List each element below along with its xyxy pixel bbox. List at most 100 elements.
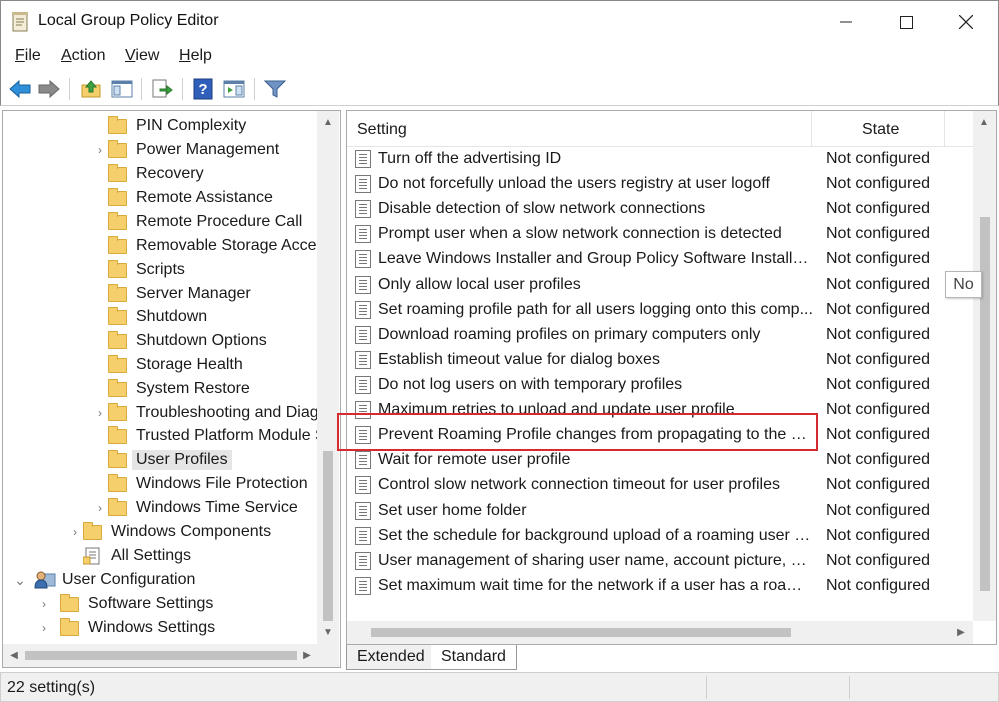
scroll-thumb[interactable] <box>25 651 297 660</box>
tree-item-user-profiles[interactable]: User Profiles <box>92 448 232 472</box>
up-folder-button[interactable] <box>79 77 103 101</box>
menu-view[interactable]: View <box>125 47 159 65</box>
tree-item-windows-time-service[interactable]: › Windows Time Service <box>92 496 298 520</box>
policy-setting-icon <box>355 501 371 520</box>
scroll-thumb[interactable] <box>371 628 791 637</box>
tree-item-windows-settings[interactable]: › Windows Settings <box>36 616 215 640</box>
list-item[interactable]: Set maximum wait time for the network if… <box>347 573 973 598</box>
list-item[interactable]: Only allow local user profiles Not config… <box>347 272 973 297</box>
list-horizontal-scrollbar[interactable]: ▶ <box>347 621 973 644</box>
help-button[interactable]: ? <box>191 77 215 101</box>
tree-horizontal-scrollbar[interactable]: ◀ ▶ <box>3 644 339 667</box>
window-title: Local Group Policy Editor <box>38 12 219 29</box>
scroll-up-icon[interactable]: ▲ <box>320 114 336 130</box>
chevron-right-icon[interactable]: › <box>67 525 83 539</box>
chevron-right-icon[interactable]: › <box>92 501 108 515</box>
column-header-setting[interactable]: Setting <box>357 121 407 139</box>
menu-file[interactable]: File <box>15 47 41 65</box>
menu-help-accel: H <box>179 47 191 64</box>
tree-item-remote-procedure-call[interactable]: Remote Procedure Call <box>92 210 302 234</box>
chevron-right-icon[interactable]: › <box>36 597 52 611</box>
tree-item-all-settings[interactable]: All Settings <box>67 544 191 568</box>
scroll-right-icon[interactable]: ▶ <box>953 624 969 640</box>
show-hide-tree-button[interactable] <box>110 77 134 101</box>
tree-item-removable-storage-access[interactable]: Removable Storage Access <box>92 234 333 258</box>
policy-setting-icon <box>355 300 371 319</box>
chevron-right-icon[interactable]: › <box>36 621 52 635</box>
scroll-left-icon[interactable]: ◀ <box>6 647 22 663</box>
chevron-right-icon[interactable]: › <box>92 143 108 157</box>
tree-item-recovery[interactable]: Recovery <box>92 162 204 186</box>
settings-list-pane[interactable]: Setting State Turn off the advertising I… <box>346 110 997 645</box>
export-list-button[interactable] <box>150 77 174 101</box>
chevron-down-icon[interactable]: ⌄ <box>12 572 28 589</box>
list-item[interactable]: Control slow network connection timeout … <box>347 472 973 497</box>
tab-extended[interactable]: Extended <box>346 645 436 670</box>
column-header-state[interactable]: State <box>862 121 899 139</box>
folder-icon <box>108 235 127 254</box>
back-button[interactable] <box>8 77 32 101</box>
tree-item-label: Windows Time Service <box>136 499 298 516</box>
tree-item-label: Scripts <box>136 261 185 278</box>
tree-item-software-settings[interactable]: › Software Settings <box>36 592 213 616</box>
list-item[interactable]: Set user home folder Not configured <box>347 498 973 523</box>
list-item[interactable]: Set the schedule for background upload o… <box>347 523 973 548</box>
tree-item-troubleshooting[interactable]: › Troubleshooting and Diag <box>92 401 319 425</box>
folder-icon <box>108 306 127 325</box>
show-action-pane-button[interactable] <box>222 77 246 101</box>
folder-icon <box>60 617 79 636</box>
tree-item-remote-assistance[interactable]: Remote Assistance <box>92 186 273 210</box>
menu-help[interactable]: Help <box>179 47 212 65</box>
setting-state: Not configured <box>826 551 931 569</box>
tree-item-windows-components[interactable]: › Windows Components <box>67 520 271 544</box>
maximize-button[interactable] <box>876 1 936 43</box>
tree-item-storage-health[interactable]: Storage Health <box>92 353 243 377</box>
folder-icon <box>108 187 127 206</box>
setting-state: Not configured <box>826 224 931 242</box>
tree-item-windows-file-protection[interactable]: Windows File Protection <box>92 472 308 496</box>
policy-setting-icon <box>355 199 371 218</box>
list-item[interactable]: Prompt user when a slow network connecti… <box>347 221 973 246</box>
policy-setting-icon <box>355 551 371 570</box>
tab-standard[interactable]: Standard <box>431 645 517 670</box>
close-button[interactable] <box>936 1 996 43</box>
tree-item-user-configuration[interactable]: ⌄ User Configuration <box>12 568 195 592</box>
minimize-button[interactable] <box>816 1 876 43</box>
menu-action[interactable]: Action <box>61 47 105 65</box>
policy-setting-icon <box>355 149 371 168</box>
scroll-up-icon[interactable]: ▲ <box>976 114 992 130</box>
list-vertical-scrollbar[interactable]: ▲ <box>973 111 996 621</box>
tree-item-power-management[interactable]: › Power Management <box>92 138 279 162</box>
setting-name: Disable detection of slow network connec… <box>378 199 706 217</box>
list-item[interactable]: User management of sharing user name, ac… <box>347 548 973 573</box>
list-item[interactable]: Do not log users on with temporary profi… <box>347 372 973 397</box>
list-item[interactable]: Do not forcefully unload the users regis… <box>347 171 973 196</box>
list-item[interactable]: Establish timeout value for dialog boxes… <box>347 347 973 372</box>
column-divider[interactable] <box>811 111 812 147</box>
scroll-down-icon[interactable]: ▼ <box>320 624 336 640</box>
scroll-thumb[interactable] <box>323 451 333 621</box>
close-icon <box>959 15 973 29</box>
toolbar-separator <box>254 78 255 100</box>
tree-item-pin-complexity[interactable]: PIN Complexity <box>92 114 246 138</box>
chevron-right-icon[interactable]: › <box>92 406 108 420</box>
tree-vertical-scrollbar[interactable]: ▲ ▼ <box>317 111 339 644</box>
list-item[interactable]: Disable detection of slow network connec… <box>347 196 973 221</box>
tree-item-server-manager[interactable]: Server Manager <box>92 282 251 306</box>
console-tree-pane[interactable]: PIN Complexity › Power Management Recover… <box>2 110 341 668</box>
list-item[interactable]: Leave Windows Installer and Group Policy… <box>347 246 973 271</box>
tree-item-trusted-platform-module[interactable]: Trusted Platform Module S <box>92 424 326 448</box>
list-item[interactable]: Set roaming profile path for all users l… <box>347 297 973 322</box>
scroll-right-icon[interactable]: ▶ <box>299 647 315 663</box>
tree-item-scripts[interactable]: Scripts <box>92 258 185 282</box>
list-item[interactable]: Download roaming profiles on primary com… <box>347 322 973 347</box>
list-item[interactable]: Turn off the advertising ID Not configure… <box>347 146 973 171</box>
status-count: 22 setting(s) <box>7 679 96 696</box>
tree-item-shutdown[interactable]: Shutdown <box>92 305 207 329</box>
menu-help-rest: elp <box>190 47 212 64</box>
filter-button[interactable] <box>263 77 287 101</box>
forward-button[interactable] <box>37 77 61 101</box>
column-divider[interactable] <box>944 111 945 147</box>
tree-item-system-restore[interactable]: System Restore <box>92 377 250 401</box>
tree-item-shutdown-options[interactable]: Shutdown Options <box>92 329 267 353</box>
